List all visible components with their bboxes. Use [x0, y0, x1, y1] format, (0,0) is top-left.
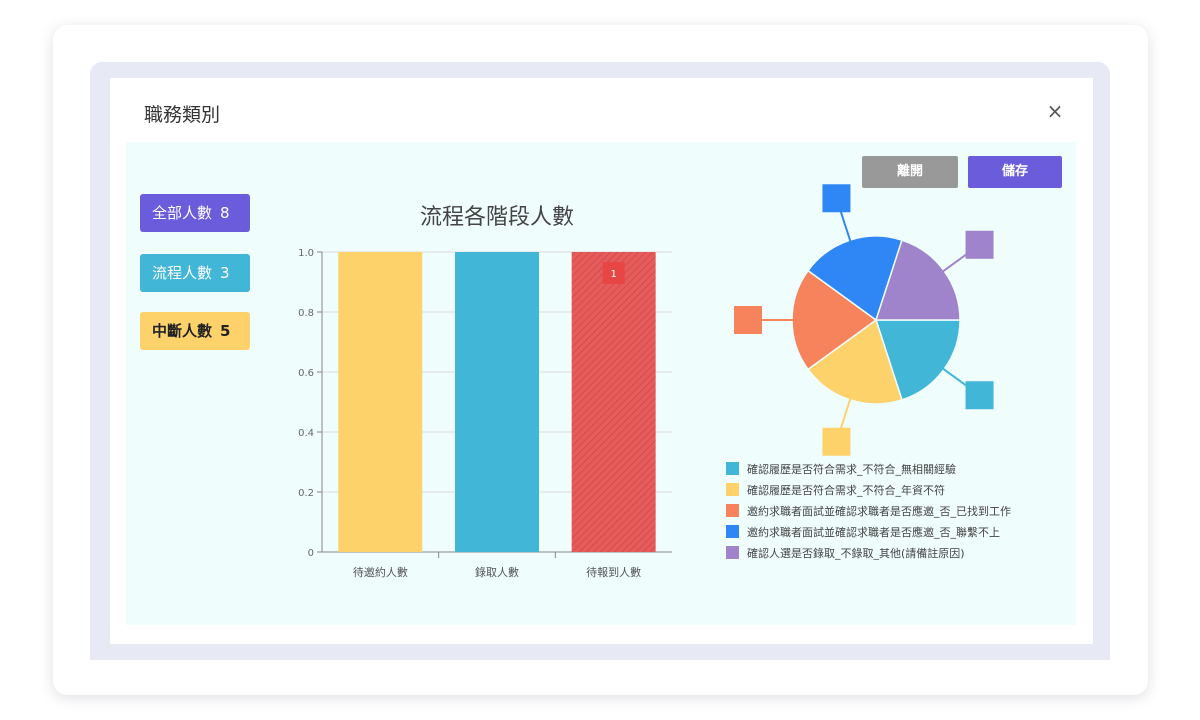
- content-panel: 離開 儲存 全部人數 8 流程人數 3 中斷人數 5 流程各階段人數 0 0.2 0.4 0.…: [126, 142, 1076, 625]
- pie-legend: 確認履歷是否符合需求_不符合_無相關經驗 確認履歷是否符合需求_不符合_年資不符邀…: [726, 458, 1011, 563]
- legend-label: 確認履歷是否符合需求_不符合_年資不符: [747, 483, 945, 497]
- legend-item[interactable]: 確認履歷是否符合需求_不符合_年資不符: [726, 479, 1011, 500]
- legend-swatch: [726, 504, 739, 517]
- legend-label: 確認人選是否錄取_不錄取_其他(請備註原因): [747, 546, 965, 560]
- pie-callout-box: [822, 427, 851, 456]
- legend-item[interactable]: 邀約求職者面試並確認求職者是否應邀_否_已找到工作: [726, 500, 1011, 521]
- legend-item[interactable]: 邀約求職者面試並確認求職者是否應邀_否_聯繫不上: [726, 521, 1011, 542]
- legend-label: 邀約求職者面試並確認求職者是否應邀_否_已找到工作: [747, 504, 1011, 518]
- modal-dialog: 職務類別 × 離開 儲存 全部人數 8 流程人數 3 中斷人數 5 流程各階段人數 0 0…: [110, 78, 1093, 644]
- close-icon[interactable]: ×: [1044, 100, 1066, 122]
- legend-swatch: [726, 546, 739, 559]
- pie-callout-box: [822, 184, 851, 213]
- legend-item[interactable]: 確認履歷是否符合需求_不符合_無相關經驗: [726, 458, 1011, 479]
- pie-callout-box: [965, 381, 994, 410]
- pie-callout-box: [965, 230, 994, 259]
- legend-swatch: [726, 483, 739, 496]
- legend-label: 確認履歷是否符合需求_不符合_無相關經驗: [747, 462, 956, 476]
- pie-callout-box: [734, 306, 762, 334]
- legend-label: 邀約求職者面試並確認求職者是否應邀_否_聯繫不上: [747, 525, 1000, 539]
- legend-swatch: [726, 525, 739, 538]
- modal-title: 職務類別: [144, 104, 221, 126]
- legend-item[interactable]: 確認人選是否錄取_不錄取_其他(請備註原因): [726, 542, 1011, 563]
- legend-swatch: [726, 462, 739, 475]
